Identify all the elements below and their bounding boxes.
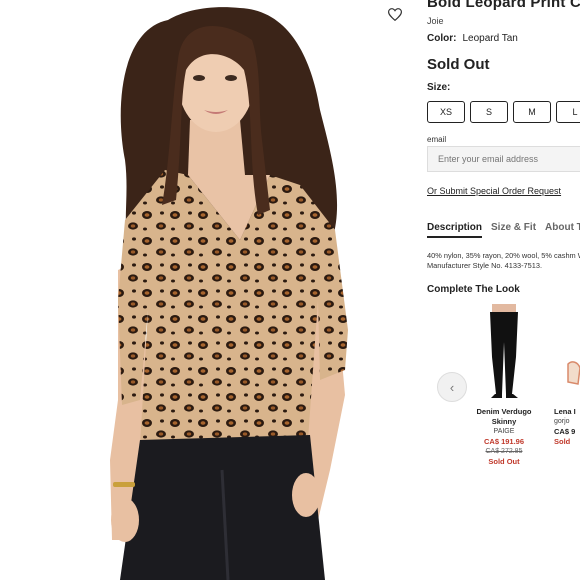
size-button-xs[interactable]: XS <box>427 101 465 123</box>
product-brand[interactable]: Joie <box>427 16 444 26</box>
product-tabs: Description Size & Fit About T <box>427 222 580 238</box>
product-image <box>554 302 580 400</box>
look-product-price: CA$ 191.96 <box>483 437 525 446</box>
size-button-s[interactable]: S <box>470 101 508 123</box>
color-value: Leopard Tan <box>462 33 518 44</box>
look-product-card[interactable]: Denim Verdugo Skinny PAIGE CA$ 191.96 CA… <box>468 302 540 467</box>
look-product-brand: PAIGE <box>493 428 515 435</box>
size-button-m[interactable]: M <box>513 101 551 123</box>
email-field[interactable] <box>427 146 580 172</box>
email-label: email <box>427 135 447 144</box>
color-label: Color: <box>427 33 457 44</box>
complete-the-look-heading: Complete The Look <box>427 284 520 295</box>
size-selector: XS S M L <box>427 101 580 123</box>
tab-about[interactable]: About T <box>545 222 580 238</box>
product-description: 40% nylon, 35% rayon, 20% wool, 5% cashm… <box>427 251 580 270</box>
color-row: Color: Leopard Tan <box>427 33 518 44</box>
look-product-card[interactable]: Lena I gorjo CA$ 9 Sold <box>554 302 580 447</box>
tab-description[interactable]: Description <box>427 222 483 238</box>
look-product-original-price: CA$ 272.85 <box>485 448 523 455</box>
jeans-image <box>468 302 540 400</box>
stock-status: Sold Out <box>427 56 490 73</box>
special-order-link[interactable]: Or Submit Special Order Request <box>427 186 561 196</box>
look-product-status: Sold <box>554 437 571 446</box>
heart-icon[interactable] <box>387 8 404 22</box>
product-hero-image <box>0 0 400 581</box>
size-label: Size: <box>427 82 451 93</box>
look-product-price: CA$ 9 <box>554 427 576 436</box>
look-product-name[interactable]: Denim Verdugo Skinny <box>468 407 540 427</box>
look-product-status: Sold Out <box>488 457 520 466</box>
product-title: Bold Leopard Print Cr <box>427 0 580 11</box>
look-product-brand: gorjo <box>554 418 570 425</box>
look-product-name[interactable]: Lena I <box>554 407 580 417</box>
size-button-l[interactable]: L <box>556 101 580 123</box>
chevron-left-icon[interactable]: ‹ <box>437 372 467 402</box>
tab-size-fit[interactable]: Size & Fit <box>491 222 536 238</box>
